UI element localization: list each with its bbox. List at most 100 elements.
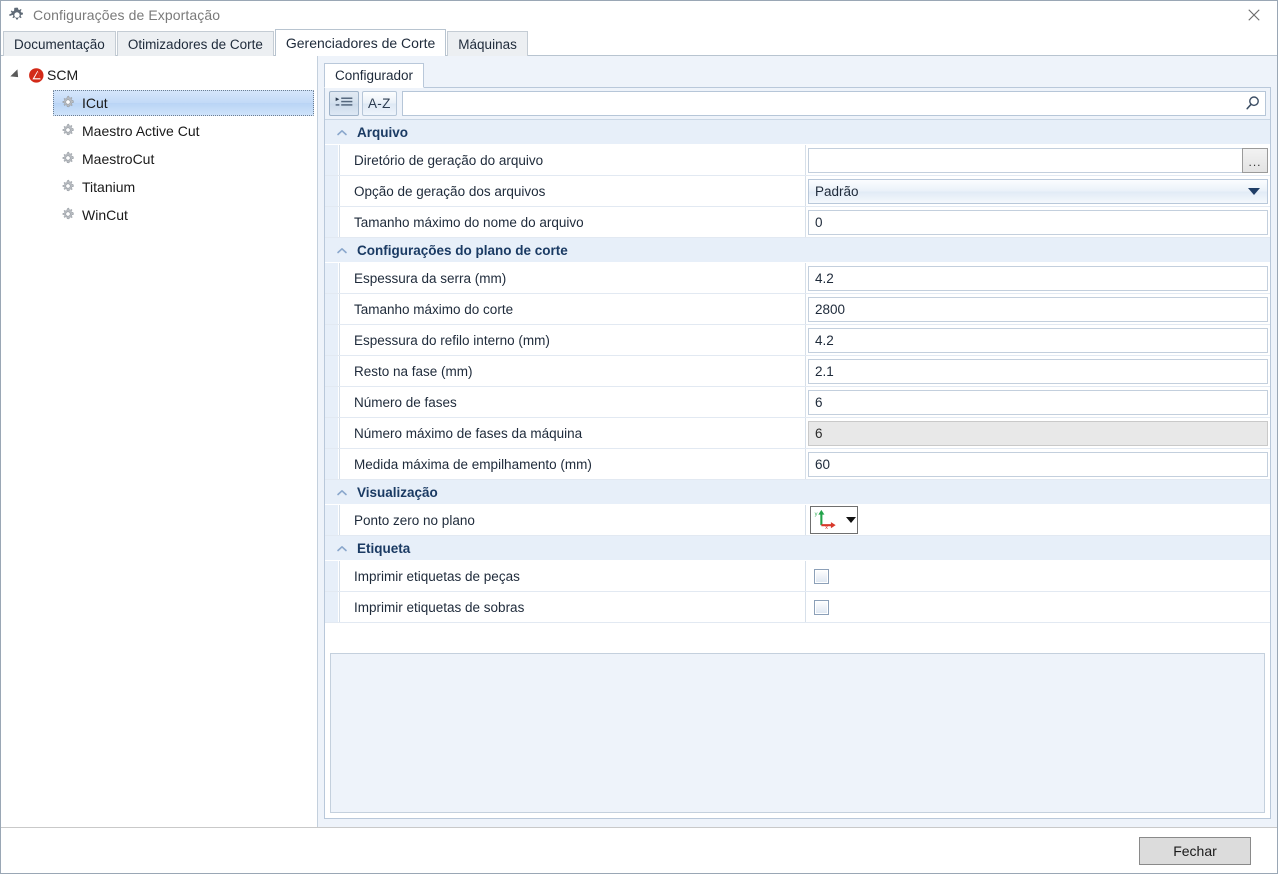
property-value: Padrão — [806, 176, 1270, 206]
gear-icon — [60, 95, 76, 111]
title-bar: Configurações de Exportação — [1, 1, 1277, 29]
table-row: Medida máxima de empilhamento (mm) 60 — [325, 449, 1270, 480]
internal-trim-thickness-field[interactable]: 4.2 — [808, 327, 1268, 353]
tab-label: Documentação — [14, 36, 105, 52]
window-body: SCM ICut Maestro Active Cut MaestroCut T… — [1, 56, 1277, 827]
chevron-up-icon[interactable] — [335, 542, 349, 556]
row-gutter — [325, 505, 339, 535]
close-button[interactable]: Fechar — [1139, 836, 1251, 865]
browse-button[interactable]: ... — [1242, 147, 1268, 173]
row-gutter — [325, 561, 339, 591]
category-header-arquivo[interactable]: Arquivo — [325, 120, 1270, 145]
property-toolbar: A-Z — [325, 88, 1270, 120]
property-name[interactable]: Imprimir etiquetas de peças — [339, 561, 806, 591]
row-gutter — [325, 387, 339, 417]
sidebar-item-maestrocut[interactable]: MaestroCut — [53, 146, 314, 172]
sidebar-item-label: Maestro Active Cut — [82, 123, 200, 139]
selected-option-label: Padrão — [815, 183, 859, 199]
property-name[interactable]: Resto na fase (mm) — [339, 356, 806, 386]
tab-label: Gerenciadores de Corte — [285, 35, 436, 51]
category-label: Arquivo — [357, 124, 409, 140]
saw-thickness-field[interactable]: 4.2 — [808, 265, 1268, 291]
property-name[interactable]: Medida máxima de empilhamento (mm) — [339, 449, 806, 479]
table-row: Tamanho máximo do nome do arquivo 0 — [325, 207, 1270, 238]
max-stacking-measure-field[interactable]: 60 — [808, 451, 1268, 477]
phase-count-field[interactable]: 6 — [808, 389, 1268, 415]
property-name[interactable]: Ponto zero no plano — [339, 505, 806, 535]
property-value: 60 — [806, 449, 1270, 479]
expanded-triangle-icon[interactable] — [10, 69, 22, 81]
table-row: Imprimir etiquetas de peças — [325, 561, 1270, 592]
max-filename-length-field[interactable]: 0 — [808, 209, 1268, 235]
directory-field[interactable] — [808, 147, 1242, 173]
close-x-glyph — [1248, 8, 1260, 21]
category-header-plano-de-corte[interactable]: Configurações do plano de corte — [325, 238, 1270, 263]
sidebar-item-label: WinCut — [82, 207, 128, 223]
table-row: Tamanho máximo do corte 2800 — [325, 294, 1270, 325]
search-icon[interactable] — [1244, 95, 1261, 112]
row-gutter — [325, 263, 339, 293]
chevron-up-icon[interactable] — [335, 486, 349, 500]
alphabetical-sort-button[interactable]: A-Z — [362, 91, 397, 116]
sidebar-item-icut[interactable]: ICut — [53, 90, 314, 116]
categorized-view-button[interactable] — [329, 91, 359, 116]
svg-text:x: x — [825, 525, 828, 529]
configurator-pane: Configurador A-Z Arquivo Diretório de ge… — [317, 56, 1277, 827]
property-name[interactable]: Imprimir etiquetas de sobras — [339, 592, 806, 622]
property-search-box[interactable] — [401, 91, 1266, 116]
row-gutter — [325, 145, 339, 175]
category-header-etiqueta[interactable]: Etiqueta — [325, 536, 1270, 561]
phase-remainder-field[interactable]: 2.1 — [808, 358, 1268, 384]
gear-icon — [60, 179, 76, 195]
chevron-up-icon[interactable] — [335, 244, 349, 258]
tab-maquinas[interactable]: Máquinas — [447, 31, 528, 56]
row-gutter — [325, 449, 339, 479]
property-name[interactable]: Número máximo de fases da máquina — [339, 418, 806, 448]
dialog-footer: Fechar — [1, 827, 1277, 873]
property-name[interactable]: Diretório de geração do arquivo — [339, 145, 806, 175]
property-name[interactable]: Opção de geração dos arquivos — [339, 176, 806, 206]
table-row: Opção de geração dos arquivos Padrão — [325, 176, 1270, 207]
row-gutter — [325, 418, 339, 448]
max-cut-size-field[interactable]: 2800 — [808, 296, 1268, 322]
sidebar-item-maestro-active-cut[interactable]: Maestro Active Cut — [53, 118, 314, 144]
tab-documentacao[interactable]: Documentação — [3, 31, 116, 56]
gear-icon — [60, 207, 76, 223]
sort-az-label: A-Z — [368, 96, 391, 111]
window-close-icon[interactable] — [1231, 1, 1277, 28]
chevron-down-icon[interactable] — [1248, 187, 1260, 195]
tab-otimizadores-de-corte[interactable]: Otimizadores de Corte — [116, 31, 274, 56]
print-part-labels-checkbox[interactable] — [814, 568, 829, 584]
property-name[interactable]: Tamanho máximo do nome do arquivo — [339, 207, 806, 237]
property-name[interactable]: Espessura da serra (mm) — [339, 263, 806, 293]
chevron-up-icon[interactable] — [335, 126, 349, 140]
property-name[interactable]: Espessura do refilo interno (mm) — [339, 325, 806, 355]
category-header-visualizacao[interactable]: Visualização — [325, 480, 1270, 505]
category-label: Configurações do plano de corte — [357, 242, 568, 258]
tab-gerenciadores-de-corte[interactable]: Gerenciadores de Corte — [274, 29, 447, 56]
tab-label: Otimizadores de Corte — [127, 36, 263, 52]
sidebar-item-wincut[interactable]: WinCut — [53, 202, 314, 228]
tab-configurador[interactable]: Configurador — [324, 63, 425, 88]
property-name[interactable]: Tamanho máximo do corte — [339, 294, 806, 324]
axis-origin-icon: y x — [813, 508, 845, 532]
table-row: Resto na fase (mm) 2.1 — [325, 356, 1270, 387]
chevron-down-icon[interactable] — [845, 517, 856, 523]
zero-point-picker-button[interactable]: y x — [810, 506, 858, 534]
tree-root-scm[interactable]: SCM — [1, 62, 316, 88]
category-label: Visualização — [357, 484, 438, 500]
property-value: 0 — [806, 207, 1270, 237]
configurator-tab-strip: Configurador — [324, 62, 1271, 88]
file-generation-option-select[interactable]: Padrão — [808, 178, 1268, 204]
search-input[interactable] — [408, 95, 1244, 112]
property-value: ... — [806, 145, 1270, 175]
property-name[interactable]: Número de fases — [339, 387, 806, 417]
window-title: Configurações de Exportação — [33, 7, 221, 23]
print-offcut-labels-checkbox[interactable] — [814, 599, 829, 615]
row-gutter — [325, 207, 339, 237]
grid-empty-area — [325, 623, 1270, 648]
scm-logo-icon — [27, 67, 46, 84]
property-grid: Arquivo Diretório de geração do arquivo … — [325, 120, 1270, 648]
sidebar-item-titanium[interactable]: Titanium — [53, 174, 314, 200]
row-gutter — [325, 592, 339, 622]
